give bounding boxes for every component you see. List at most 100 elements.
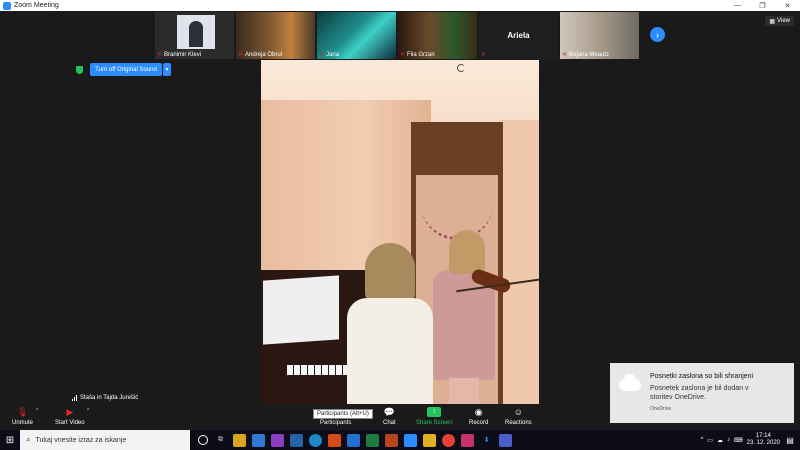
download-icon[interactable]: ⬇ <box>480 434 493 447</box>
view-button[interactable]: ▦ View <box>765 16 794 26</box>
record-label: Record <box>469 420 489 426</box>
clock-time: 17:14 <box>755 433 771 439</box>
grid-icon: ▦ <box>769 18 776 25</box>
unmute-label: Unmute <box>12 420 34 426</box>
participant-tile[interactable]: ✕ Andreja Obrul <box>236 12 315 59</box>
participant-tile[interactable]: ✕ Fila Grzan <box>398 12 477 59</box>
reactions-button[interactable]: ☺ Reactions <box>505 406 532 426</box>
word-icon[interactable] <box>290 433 303 447</box>
chrome-icon[interactable] <box>442 433 455 447</box>
participant-name-tag: ✕ Jana <box>319 51 340 59</box>
keyboard-icon[interactable]: ⌨ <box>734 437 743 444</box>
reactions-label: Reactions <box>505 420 532 426</box>
share-screen-label: Share Screen <box>416 420 453 426</box>
cloud-icon <box>619 374 641 391</box>
share-screen-button[interactable]: ↑ Share Screen <box>416 406 453 426</box>
clock-date: 23. 12. 2020 <box>746 440 780 446</box>
cortana-icon[interactable] <box>198 435 208 445</box>
video-options-caret[interactable]: ^ <box>87 408 89 414</box>
excel-icon[interactable] <box>366 433 379 447</box>
paint-icon[interactable] <box>461 433 474 447</box>
chevron-up-icon[interactable]: ^ <box>700 437 703 443</box>
notification-title: Posnetki zaslona so bili shranjeni <box>650 373 754 380</box>
participant-strip: ✕ Branimir Klevi ✕ Andreja Obrul ✕ Jana … <box>155 12 639 59</box>
task-view-icon[interactable]: ⧉ <box>214 434 227 447</box>
office-icon[interactable] <box>385 433 398 447</box>
taskbar-search[interactable]: ⌕ Tukaj vnesite izraz za iskanje <box>20 430 190 450</box>
chat-button[interactable]: 💬 Chat <box>383 406 396 426</box>
search-placeholder: Tukaj vnesite izraz za iskanje <box>35 436 127 444</box>
start-video-button[interactable]: ▶ Start Video <box>55 406 85 426</box>
participant-tile[interactable]: Ariela ✕ <box>479 12 558 59</box>
record-icon: ◉ <box>474 407 483 417</box>
participant-name: Andreja Obrul <box>245 51 283 58</box>
powerpoint-icon[interactable] <box>328 433 341 447</box>
close-button[interactable]: ✕ <box>775 0 800 11</box>
participants-label: Participants <box>320 420 352 426</box>
participant-name: Jana <box>326 51 340 58</box>
volume-icon[interactable]: ♪ <box>727 437 730 443</box>
chat-icon: 💬 <box>383 407 395 417</box>
photos-icon[interactable] <box>423 433 436 447</box>
speaker-name-tag: Staša in Tajda Jurešić <box>69 393 142 403</box>
audio-options-caret[interactable]: ^ <box>36 408 38 414</box>
unmute-button[interactable]: 🎙 Unmute <box>12 406 33 426</box>
original-sound-dropdown[interactable]: ▼ <box>163 63 171 76</box>
mic-off-icon: ✕ <box>319 52 325 58</box>
onedrive-icon[interactable]: ☁ <box>717 437 723 444</box>
mic-off-icon: ✕ <box>157 52 163 58</box>
windows-start-button[interactable]: ⊞ <box>0 430 20 450</box>
shield-icon[interactable] <box>76 66 83 74</box>
onedrive-notification[interactable]: Posnetki zaslona so bili shranjeni Posne… <box>610 363 794 423</box>
taskbar-apps: ⧉ ⬇ <box>198 433 512 447</box>
participant-name-tag: ✕ Bojana Meautz <box>562 51 610 59</box>
participants-tooltip: Participants (Alt+U) <box>313 409 373 419</box>
notification-body: Posnetek zaslona je bil dodan v storitev… <box>650 385 749 401</box>
window-title: Zoom Meeting <box>14 2 59 9</box>
chevron-down-icon: ▼ <box>164 66 170 73</box>
onenote-icon[interactable] <box>271 433 284 447</box>
participant-name: Bojana Meautz <box>569 51 610 58</box>
participant-tile[interactable]: ✕ Branimir Klevi <box>155 12 234 59</box>
chat-label: Chat <box>383 420 396 426</box>
participant-name-tag: ✕ Andreja Obrul <box>238 51 283 59</box>
participant-name-tag: ✕ Fila Grzan <box>400 51 435 59</box>
record-button[interactable]: ◉ Record <box>469 406 488 426</box>
video-off-icon: ▶ <box>66 407 74 417</box>
mic-off-icon: ✕ <box>562 52 568 58</box>
active-speaker-video <box>261 60 539 405</box>
minimize-button[interactable]: — <box>725 0 750 11</box>
teams-icon[interactable] <box>499 433 512 447</box>
outlook-icon[interactable] <box>347 433 360 447</box>
zoom-app-icon <box>3 1 11 10</box>
participant-video <box>177 15 215 49</box>
windows-taskbar: ⊞ ⌕ Tukaj vnesite izraz za iskanje ⧉ ⬇ ^… <box>0 430 800 450</box>
next-page-button[interactable]: › <box>650 27 665 42</box>
store-icon[interactable] <box>252 433 265 447</box>
window-controls: — ❐ ✕ <box>725 0 800 11</box>
chevron-right-icon: › <box>656 29 659 40</box>
participant-name: Fila Grzan <box>407 51 435 58</box>
edge-icon[interactable] <box>309 433 322 447</box>
participant-name-tag: ✕ Branimir Klevi <box>157 51 201 59</box>
mic-off-icon: 🎙 <box>16 407 29 417</box>
original-sound-button[interactable]: Turn off Original Sound <box>90 63 162 76</box>
notification-source: OneDrive <box>650 406 672 412</box>
notifications-icon[interactable]: ▤ <box>784 434 796 446</box>
zoom-window: Zoom Meeting — ❐ ✕ ✕ Branimir Klevi ✕ An… <box>0 0 800 450</box>
windows-logo-icon: ⊞ <box>5 434 15 446</box>
file-explorer-icon[interactable] <box>233 433 246 447</box>
zoom-taskbar-icon[interactable] <box>404 433 417 447</box>
maximize-button[interactable]: ❐ <box>750 0 775 11</box>
signal-bars-icon <box>72 395 77 401</box>
participant-tile[interactable]: ✕ Jana <box>317 12 396 59</box>
mic-off-icon: ✕ <box>400 52 406 58</box>
smile-icon: ☺ <box>513 407 523 417</box>
taskbar-clock[interactable]: 17:14 23. 12. 2020 <box>747 433 780 447</box>
share-screen-icon: ↑ <box>427 407 442 417</box>
search-icon: ⌕ <box>26 435 31 444</box>
mic-off-icon: ✕ <box>481 52 487 58</box>
mic-off-icon: ✕ <box>238 52 244 58</box>
network-icon[interactable]: ▭ <box>707 437 713 444</box>
participant-tile[interactable]: ✕ Bojana Meautz <box>560 12 639 59</box>
